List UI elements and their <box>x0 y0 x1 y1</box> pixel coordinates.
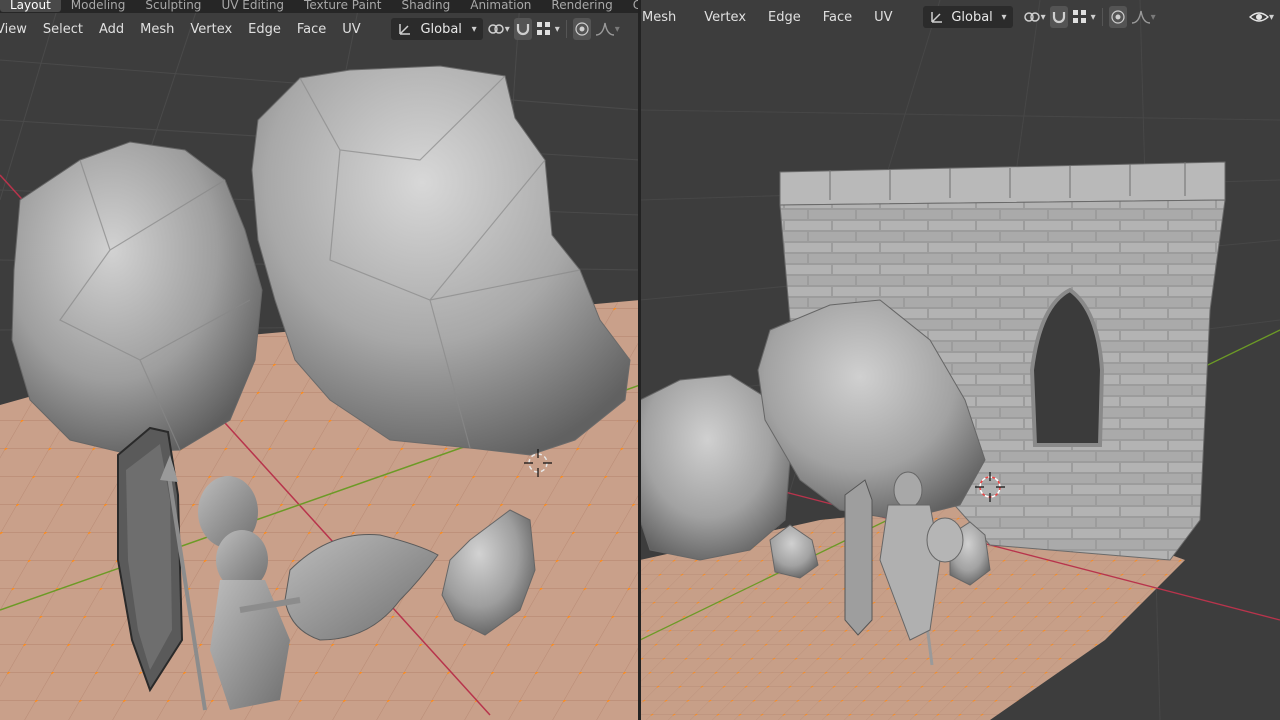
menu-vertex[interactable]: Vertex <box>182 22 240 37</box>
falloff-dropdown[interactable]: ▾ <box>595 18 620 40</box>
tab-layout[interactable]: Layout <box>0 0 61 12</box>
character-head <box>893 471 923 509</box>
transform-orientation-dropdown[interactable]: Global ▾ <box>390 18 483 40</box>
snap-magnet-icon <box>1052 12 1065 24</box>
menu-face[interactable]: Face <box>815 10 860 25</box>
tab-modeling[interactable]: Modeling <box>61 0 136 12</box>
right-viewport-header: Mesh Vertex Edge Face UV Global ▾ ▾ ▾ ▾ … <box>640 2 1280 32</box>
tab-rendering[interactable]: Rendering <box>541 0 622 12</box>
visibility-dropdown[interactable]: ▾ <box>1248 6 1274 28</box>
transform-orientation-dropdown[interactable]: Global ▾ <box>922 6 1013 28</box>
menu-mesh[interactable]: Mesh <box>640 10 684 25</box>
snap-grid-icon <box>1072 10 1086 23</box>
pivot-point-button[interactable]: ▾ <box>1023 6 1046 28</box>
tab-animation[interactable]: Animation <box>460 0 541 12</box>
chevron-down-icon: ▾ <box>1001 11 1007 23</box>
chevron-down-icon: ▾ <box>1268 11 1274 23</box>
proportional-edit-toggle[interactable] <box>1108 6 1127 28</box>
proportional-edit-toggle[interactable] <box>572 18 591 40</box>
snap-target-dropdown[interactable]: ▾ <box>1072 6 1096 28</box>
transform-orientation-icon <box>930 12 942 23</box>
snap-grid-icon <box>536 22 550 35</box>
chevron-down-icon: ▾ <box>471 23 477 35</box>
workspace-tab-bar: Layout Modeling Sculpting UV Editing Tex… <box>0 0 640 13</box>
viewport-right-scene[interactable] <box>640 0 1280 720</box>
menu-edge[interactable]: Edge <box>240 22 289 37</box>
chevron-down-icon: ▾ <box>614 23 620 35</box>
mace-head <box>926 517 964 563</box>
menu-view[interactable]: View <box>0 22 35 37</box>
proportional-edit-icon <box>575 22 589 36</box>
pivot-point-icon <box>487 24 504 34</box>
tab-shading[interactable]: Shading <box>391 0 460 12</box>
pivot-point-icon <box>1023 12 1040 22</box>
falloff-curve-icon <box>595 22 614 36</box>
viewport-right[interactable]: Mesh Vertex Edge Face UV Global ▾ ▾ ▾ ▾ … <box>640 0 1280 720</box>
tab-texture-paint[interactable]: Texture Paint <box>294 0 391 12</box>
proportional-edit-icon <box>1111 10 1125 24</box>
snap-magnet-icon <box>516 24 529 36</box>
visibility-eye-icon <box>1248 12 1269 22</box>
viewport-divider[interactable] <box>638 0 641 720</box>
shield <box>844 479 873 636</box>
left-viewport-header: View Select Add Mesh Vertex Edge Face UV… <box>0 14 640 44</box>
chevron-down-icon: ▾ <box>504 23 510 35</box>
viewport-left-scene[interactable] <box>0 0 640 720</box>
menu-vertex[interactable]: Vertex <box>696 10 754 25</box>
snap-target-dropdown[interactable]: ▾ <box>536 18 560 40</box>
menu-uv[interactable]: UV <box>866 10 900 25</box>
menu-mesh[interactable]: Mesh <box>132 22 182 37</box>
chevron-down-icon: ▾ <box>1040 11 1046 23</box>
menu-edge[interactable]: Edge <box>760 10 809 25</box>
tab-sculpting[interactable]: Sculpting <box>135 0 211 12</box>
orientation-value: Global <box>951 9 993 25</box>
orientation-value: Global <box>420 21 462 37</box>
tab-uv-editing[interactable]: UV Editing <box>211 0 294 12</box>
menu-add[interactable]: Add <box>91 22 132 37</box>
viewport-left[interactable]: Layout Modeling Sculpting UV Editing Tex… <box>0 0 640 720</box>
menu-select[interactable]: Select <box>35 22 91 37</box>
snap-toggle[interactable] <box>1049 6 1068 28</box>
falloff-curve-icon <box>1131 10 1150 24</box>
rock-left <box>11 141 263 453</box>
chevron-down-icon: ▾ <box>1090 11 1096 23</box>
menu-face[interactable]: Face <box>289 22 334 37</box>
snap-toggle[interactable] <box>513 18 532 40</box>
separator <box>565 20 567 38</box>
falloff-dropdown[interactable]: ▾ <box>1131 6 1156 28</box>
chevron-down-icon: ▾ <box>1150 11 1156 23</box>
menu-uv[interactable]: UV <box>334 22 368 37</box>
pivot-point-button[interactable]: ▾ <box>487 18 510 40</box>
separator <box>1101 8 1103 26</box>
transform-orientation-icon <box>398 24 410 35</box>
chevron-down-icon: ▾ <box>554 23 560 35</box>
